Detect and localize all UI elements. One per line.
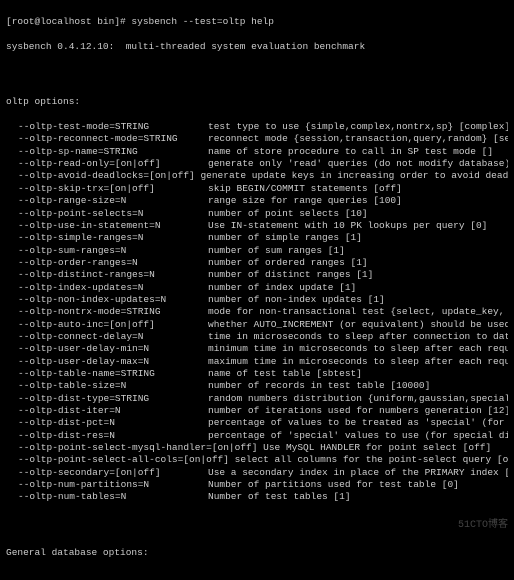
option-row: --oltp-simple-ranges=Nnumber of simple r… — [18, 232, 508, 244]
option-desc: Use a secondary index in place of the PR… — [208, 467, 508, 479]
option-flag: --oltp-num-partitions=N — [18, 479, 208, 491]
option-row: --oltp-test-mode=STRINGtest type to use … — [18, 121, 508, 133]
option-desc: select all columns for the point-select … — [235, 454, 508, 466]
option-desc: percentage of values to be treated as 's… — [208, 417, 508, 429]
option-row: --oltp-reconnect-mode=STRINGreconnect mo… — [18, 133, 508, 145]
option-desc: random numbers distribution {uniform,gau… — [208, 393, 508, 405]
option-row: --oltp-order-ranges=Nnumber of ordered r… — [18, 257, 508, 269]
option-flag: --oltp-nontrx-mode=STRING — [18, 306, 208, 318]
option-row: --oltp-range-size=Nrange size for range … — [18, 195, 508, 207]
option-desc: number of iterations used for numbers ge… — [208, 405, 508, 417]
option-desc: percentage of 'special' values to use (f… — [208, 430, 508, 442]
option-flag: --oltp-skip-trx=[on|off] — [18, 183, 208, 195]
shell-prompt: [root@localhost bin]# sysbench --test=ol… — [6, 16, 508, 28]
option-flag: --oltp-index-updates=N — [18, 282, 208, 294]
option-row: --oltp-nontrx-mode=STRINGmode for non-tr… — [18, 306, 508, 318]
option-row: --oltp-secondary=[on|off]Use a secondary… — [18, 467, 508, 479]
option-row: --oltp-non-index-updates=Nnumber of non-… — [18, 294, 508, 306]
option-desc: reconnect mode {session,transaction,quer… — [208, 133, 508, 145]
option-desc: test type to use {simple,complex,nontrx,… — [208, 121, 508, 133]
option-desc: range size for range queries [100] — [208, 195, 508, 207]
option-row: --oltp-connect-delay=Ntime in microsecon… — [18, 331, 508, 343]
option-row: --oltp-avoid-deadlocks=[on|off] generate… — [18, 170, 508, 182]
option-desc: generate only 'read' queries (do not mod… — [208, 158, 508, 170]
option-flag: --oltp-dist-type=STRING — [18, 393, 208, 405]
option-flag: --oltp-reconnect-mode=STRING — [18, 133, 208, 145]
option-row: --oltp-index-updates=Nnumber of index up… — [18, 282, 508, 294]
option-row: --oltp-distinct-ranges=Nnumber of distin… — [18, 269, 508, 281]
option-row: --oltp-skip-trx=[on|off]skip BEGIN/COMMI… — [18, 183, 508, 195]
option-desc: number of non-index updates [1] — [208, 294, 508, 306]
option-row: --oltp-table-name=STRINGname of test tab… — [18, 368, 508, 380]
option-row: --oltp-num-tables=NNumber of test tables… — [18, 491, 508, 503]
option-desc: whether AUTO_INCREMENT (or equivalent) s… — [208, 319, 508, 331]
option-row: --oltp-user-delay-min=Nminimum time in m… — [18, 343, 508, 355]
section-general: General database options: — [6, 547, 508, 559]
option-desc: minimum time in microseconds to sleep af… — [208, 343, 508, 355]
option-flag: --oltp-avoid-deadlocks=[on|off] — [18, 170, 200, 182]
option-row: --oltp-point-selects=Nnumber of point se… — [18, 208, 508, 220]
option-flag: --oltp-order-ranges=N — [18, 257, 208, 269]
option-flag: --oltp-simple-ranges=N — [18, 232, 208, 244]
option-row: --oltp-sp-name=STRINGname of store proce… — [18, 146, 508, 158]
option-row: --oltp-num-partitions=NNumber of partiti… — [18, 479, 508, 491]
option-flag: --oltp-auto-inc=[on|off] — [18, 319, 208, 331]
option-row: --oltp-read-only=[on|off]generate only '… — [18, 158, 508, 170]
section-oltp: oltp options: — [6, 96, 508, 108]
option-flag: --oltp-secondary=[on|off] — [18, 467, 208, 479]
option-desc: number of records in test table [10000] — [208, 380, 508, 392]
option-desc: maximum time in microseconds to sleep af… — [208, 356, 508, 368]
option-desc: Number of partitions used for test table… — [208, 479, 508, 491]
option-row: --oltp-dist-iter=Nnumber of iterations u… — [18, 405, 508, 417]
option-desc: generate update keys in increasing order… — [200, 170, 508, 182]
option-flag: --oltp-sp-name=STRING — [18, 146, 208, 158]
option-flag: --oltp-dist-iter=N — [18, 405, 208, 417]
option-flag: --oltp-connect-delay=N — [18, 331, 208, 343]
option-row: --oltp-table-size=Nnumber of records in … — [18, 380, 508, 392]
option-flag: --oltp-user-delay-max=N — [18, 356, 208, 368]
option-flag: --oltp-test-mode=STRING — [18, 121, 208, 133]
option-desc: skip BEGIN/COMMIT statements [off] — [208, 183, 508, 195]
option-flag: --oltp-distinct-ranges=N — [18, 269, 208, 281]
option-row: --oltp-point-select-all-cols=[on|off] se… — [18, 454, 508, 466]
option-row: --oltp-point-select-mysql-handler=[on|of… — [18, 442, 508, 454]
terminal-output: [root@localhost bin]# sysbench --test=ol… — [0, 0, 514, 580]
option-desc: number of sum ranges [1] — [208, 245, 508, 257]
option-flag: --oltp-sum-ranges=N — [18, 245, 208, 257]
option-row: --oltp-auto-inc=[on|off]whether AUTO_INC… — [18, 319, 508, 331]
option-flag: --oltp-user-delay-min=N — [18, 343, 208, 355]
option-desc: number of ordered ranges [1] — [208, 257, 508, 269]
option-row: --oltp-sum-ranges=Nnumber of sum ranges … — [18, 245, 508, 257]
option-desc: name of store procedure to call in SP te… — [208, 146, 508, 158]
option-desc: number of index update [1] — [208, 282, 508, 294]
option-desc: number of distinct ranges [1] — [208, 269, 508, 281]
option-desc: number of simple ranges [1] — [208, 232, 508, 244]
option-flag: --oltp-table-name=STRING — [18, 368, 208, 380]
option-desc: number of point selects [10] — [208, 208, 508, 220]
option-flag: --oltp-dist-res=N — [18, 430, 208, 442]
option-flag: --oltp-use-in-statement=N — [18, 220, 208, 232]
option-desc: Use MySQL HANDLER for point select [off] — [263, 442, 508, 454]
option-desc: time in microseconds to sleep after conn… — [208, 331, 508, 343]
option-row: --oltp-dist-type=STRINGrandom numbers di… — [18, 393, 508, 405]
option-flag: --oltp-read-only=[on|off] — [18, 158, 208, 170]
option-flag: --oltp-point-selects=N — [18, 208, 208, 220]
option-desc: Number of test tables [1] — [208, 491, 508, 503]
option-flag: --oltp-point-select-mysql-handler=[on|of… — [18, 442, 263, 454]
option-flag: --oltp-table-size=N — [18, 380, 208, 392]
watermark: 51CTO博客 — [458, 519, 508, 532]
option-row: --oltp-user-delay-max=Nmaximum time in m… — [18, 356, 508, 368]
option-desc: mode for non-transactional test {select,… — [208, 306, 508, 318]
option-flag: --oltp-point-select-all-cols=[on|off] — [18, 454, 235, 466]
option-flag: --oltp-range-size=N — [18, 195, 208, 207]
option-row: --oltp-dist-pct=Npercentage of values to… — [18, 417, 508, 429]
option-flag: --oltp-num-tables=N — [18, 491, 208, 503]
option-desc: name of test table [sbtest] — [208, 368, 508, 380]
option-flag: --oltp-non-index-updates=N — [18, 294, 208, 306]
option-flag: --oltp-dist-pct=N — [18, 417, 208, 429]
option-row: --oltp-use-in-statement=NUse IN-statemen… — [18, 220, 508, 232]
option-desc: Use IN-statement with 10 PK lookups per … — [208, 220, 508, 232]
version-line: sysbench 0.4.12.10: multi-threaded syste… — [6, 41, 508, 53]
option-row: --oltp-dist-res=Npercentage of 'special'… — [18, 430, 508, 442]
